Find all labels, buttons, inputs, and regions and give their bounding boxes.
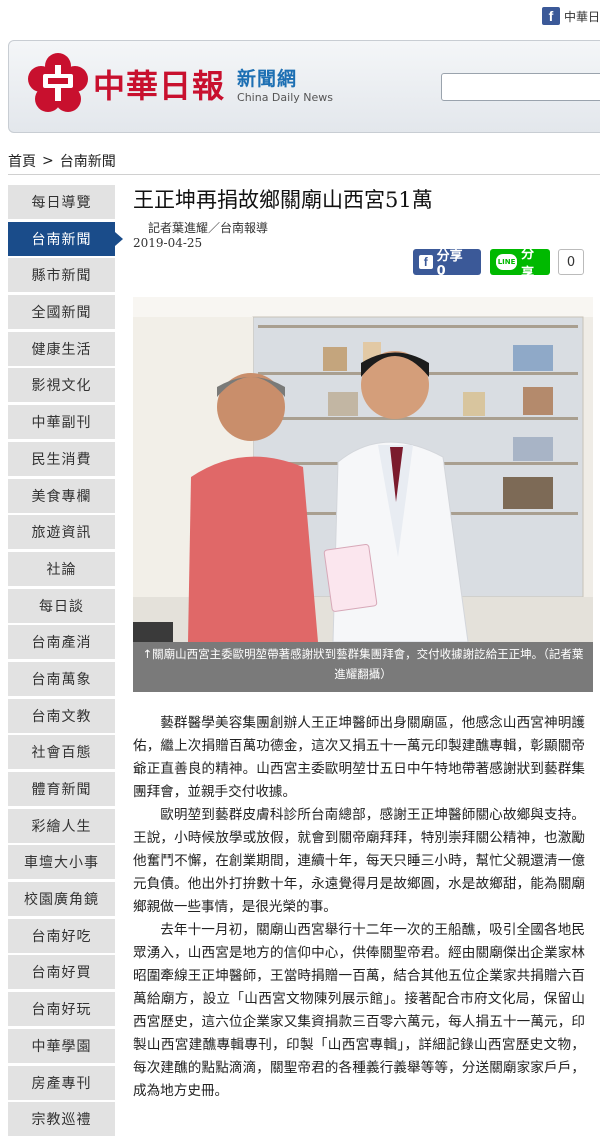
- sidebar-item[interactable]: 民生消費: [8, 441, 115, 476]
- sidebar-item[interactable]: 社論: [8, 551, 115, 586]
- article-byline: 記者葉進耀／台南報導: [148, 221, 269, 235]
- logo-subtitle-cn: 新聞網: [237, 68, 298, 90]
- sidebar-item[interactable]: 每日談: [8, 588, 115, 623]
- article-photo: [133, 297, 593, 642]
- article-body: 藝群醫學美容集團創辦人王正坤醫師出身關廟區，他感念山西宮神明護佑，繼上次捐贈百萬…: [133, 712, 585, 1103]
- article-paragraph: 歐明堃到藝群皮膚科診所台南總部，感謝王正坤醫師關心故鄉與支持。王說，小時候放學或…: [133, 807, 585, 915]
- photo-caption: ↑關廟山西宮主委歐明堃帶著感謝狀到藝群集團拜會，交付收據謝訖給王正坤。（記者葉進…: [133, 642, 593, 692]
- sidebar-item[interactable]: 台南好買: [8, 955, 115, 990]
- sidebar-item[interactable]: 校園廣角鏡: [8, 882, 115, 917]
- breadcrumb-separator: >: [42, 153, 54, 169]
- article-paragraph: 藝群醫學美容集團創辦人王正坤醫師出身關廟區，他感念山西宮神明護佑，繼上次捐贈百萬…: [133, 715, 585, 800]
- sidebar-item[interactable]: 台南文教: [8, 698, 115, 733]
- sidebar-item[interactable]: 台南好吃: [8, 918, 115, 953]
- article-paragraph: 去年十一月初，關廟山西宮舉行十二年一次的王船醮，吸引全國各地民眾湧入，山西宮是地…: [133, 922, 585, 1099]
- breadcrumb-home[interactable]: 首頁: [8, 151, 36, 171]
- sidebar-item[interactable]: 台南新聞: [8, 221, 123, 256]
- breadcrumb: 首頁 > 台南新聞: [8, 148, 600, 175]
- sidebar-item[interactable]: 健康生活: [8, 331, 115, 366]
- share-count: 0: [558, 249, 584, 275]
- sidebar-item[interactable]: 台南萬象: [8, 661, 115, 696]
- sidebar-item[interactable]: 房產專刊: [8, 1065, 115, 1100]
- facebook-page-link[interactable]: f 中華日: [541, 7, 600, 25]
- sidebar-item[interactable]: 彩繪人生: [8, 808, 115, 843]
- facebook-share-button[interactable]: f 分享 0: [413, 249, 481, 279]
- logo-subtitle: 新聞網 China Daily News: [237, 64, 333, 104]
- sidebar-item[interactable]: 社會百態: [8, 735, 115, 770]
- facebook-icon: f: [419, 255, 433, 269]
- line-share-label: 分享: [521, 247, 535, 281]
- line-share-button[interactable]: LINE 分享: [490, 247, 550, 281]
- sidebar-item[interactable]: 台南產消: [8, 625, 115, 660]
- article-title: 王正坤再捐故鄉關廟山西宮51萬: [133, 188, 433, 212]
- sidebar-item[interactable]: 中華學園: [8, 1028, 115, 1063]
- sidebar-item[interactable]: 旅遊資訊: [8, 515, 115, 550]
- sidebar-item[interactable]: 影視文化: [8, 368, 115, 403]
- facebook-page-label: 中華日: [563, 9, 600, 24]
- sidebar-item[interactable]: 體育新聞: [8, 772, 115, 806]
- site-logo[interactable]: 中華日報 新聞網 China Daily News: [27, 53, 333, 115]
- plum-blossom-logo-icon: [27, 53, 89, 115]
- sidebar-item[interactable]: 中華副刊: [8, 405, 115, 440]
- sidebar-item[interactable]: 每日導覽: [8, 185, 115, 219]
- article-date: 2019-04-25: [133, 236, 203, 250]
- logo-subtitle-en: China Daily News: [237, 91, 333, 104]
- sidebar-item[interactable]: 縣市新聞: [8, 258, 115, 293]
- sidebar-item[interactable]: 宗教巡禮: [8, 1102, 115, 1137]
- line-icon: LINE: [496, 254, 518, 270]
- sidebar-item[interactable]: 美食專欄: [8, 478, 115, 513]
- sidebar-item[interactable]: 台南好玩: [8, 992, 115, 1027]
- logo-title: 中華日報: [93, 67, 226, 105]
- sidebar-nav: 每日導覽 台南新聞 縣市新聞 全國新聞 健康生活 影視文化 中華副刊 民生消費 美食專欄 旅遊資訊…: [8, 185, 123, 1139]
- facebook-icon: f: [541, 7, 560, 25]
- site-header: 中華日報 新聞網 China Daily News: [8, 40, 600, 133]
- facebook-share-label: 分享 0: [436, 249, 463, 279]
- sidebar-item[interactable]: 全國新聞: [8, 295, 115, 330]
- top-bar: f 中華日: [0, 0, 600, 34]
- breadcrumb-current[interactable]: 台南新聞: [60, 151, 116, 171]
- sidebar-item[interactable]: 車壇大小事: [8, 845, 115, 880]
- search-input[interactable]: [441, 73, 600, 101]
